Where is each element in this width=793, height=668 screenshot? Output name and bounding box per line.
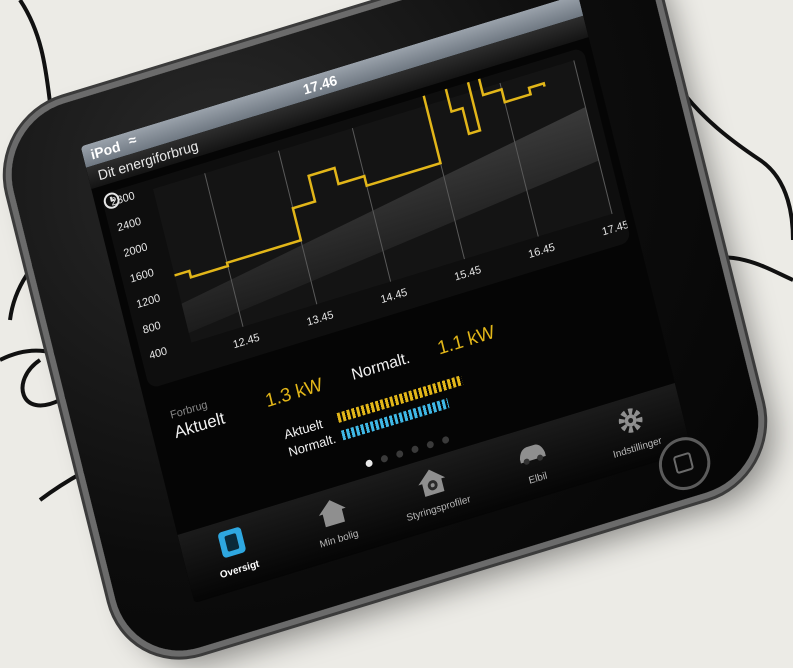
page-dot[interactable] bbox=[410, 444, 420, 454]
x-tick-label: 15.45 bbox=[453, 264, 482, 284]
x-tick-label: 13.45 bbox=[306, 309, 335, 329]
x-tick-label: 12.45 bbox=[232, 332, 261, 352]
x-tick-label: 16.45 bbox=[527, 241, 556, 261]
aktuelt-value: 1.3 kW bbox=[263, 374, 325, 413]
y-tick-label: 800 bbox=[142, 320, 162, 337]
x-tick-label: 17.45 bbox=[601, 219, 630, 239]
normalt-value: 1.1 kW bbox=[435, 321, 498, 360]
y-tick-label: 1600 bbox=[129, 267, 155, 286]
overview-icon bbox=[218, 527, 246, 558]
normalt-label: Normalt. bbox=[349, 349, 412, 384]
profile-house-icon bbox=[418, 469, 446, 497]
gear-icon bbox=[618, 408, 643, 433]
house-icon bbox=[318, 500, 346, 528]
y-tick-label: 400 bbox=[148, 345, 168, 362]
wifi-icon: ≈ bbox=[126, 131, 139, 149]
page-dot[interactable] bbox=[395, 449, 404, 459]
x-tick-label: 14.45 bbox=[379, 286, 408, 306]
page-dot[interactable] bbox=[364, 458, 374, 468]
page-dot[interactable] bbox=[380, 454, 389, 464]
page-dot[interactable] bbox=[441, 435, 450, 445]
y-tick-label: 2000 bbox=[122, 241, 148, 260]
y-tick-label: 1200 bbox=[135, 292, 161, 311]
aktuelt-bar-row: Aktuelt bbox=[282, 375, 464, 442]
car-icon bbox=[519, 444, 546, 465]
page-dot[interactable] bbox=[426, 440, 435, 450]
normalt-bar-row: Normalt. bbox=[287, 398, 449, 460]
y-tick-label: 2400 bbox=[116, 216, 142, 235]
